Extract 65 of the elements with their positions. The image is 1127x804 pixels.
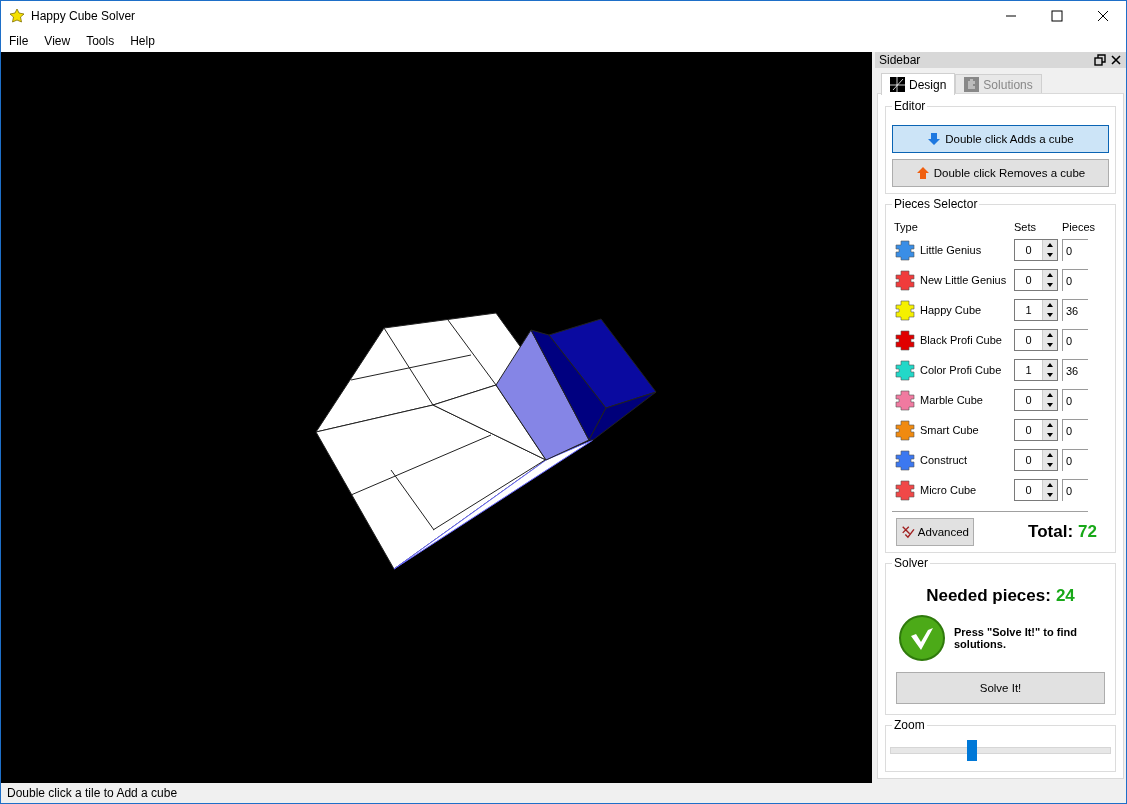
arrow-up-icon [915, 166, 930, 180]
sets-spinbox[interactable]: 0 [1014, 239, 1058, 261]
pieces-count-field: 0 [1062, 419, 1088, 441]
slider-thumb[interactable] [967, 740, 978, 761]
total-value: 72 [1078, 522, 1097, 542]
advanced-button[interactable]: Advanced [896, 518, 974, 546]
pieces-count-field: 0 [1062, 389, 1088, 411]
piece-type-label: Color Profi Cube [920, 364, 1003, 376]
piece-type-label: New Little Genius [920, 274, 1008, 286]
status-text: Double click a tile to Add a cube [7, 786, 178, 800]
piece-type-label: Micro Cube [920, 484, 978, 496]
menu-item[interactable]: File [1, 34, 37, 48]
close-icon[interactable] [1110, 54, 1122, 66]
needed-pieces-value: 24 [1055, 586, 1075, 606]
piece-type-label: Black Profi Cube [920, 334, 1003, 346]
sets-spinbox[interactable]: 0 [1014, 419, 1058, 441]
total-label: Total: [1028, 522, 1074, 542]
check-cross-icon [901, 524, 915, 540]
piece-type-label: Construct [920, 454, 969, 466]
column-header: Type [894, 221, 919, 233]
window-title: Happy Cube Solver [31, 8, 137, 23]
close-icon[interactable] [1097, 9, 1109, 22]
pieces-count-field: 0 [1062, 239, 1088, 261]
piece-type-label: Smart Cube [920, 424, 980, 436]
group-title: Zoom [892, 718, 927, 732]
needed-pieces-label: Needed pieces: [926, 586, 1051, 606]
piece-type-label: Marble Cube [920, 394, 984, 406]
solver-message: Press "Solve It!" to find solutions. [954, 626, 1078, 650]
menu-item[interactable]: View [36, 34, 79, 48]
pieces-count-field: 36 [1062, 359, 1088, 381]
sets-spinbox[interactable]: 0 [1014, 449, 1058, 471]
checkmark-icon [898, 614, 946, 662]
pieces-count-field: 0 [1062, 329, 1088, 351]
arrow-down-icon [927, 132, 942, 146]
float-icon[interactable] [1094, 54, 1106, 66]
piece-type-label: Happy Cube [920, 304, 983, 316]
mode-button[interactable]: Double click Removes a cube [892, 159, 1109, 187]
group-title: Solver [892, 556, 930, 570]
sets-spinbox[interactable]: 0 [1014, 329, 1058, 351]
sets-spinbox[interactable]: 0 [1014, 389, 1058, 411]
puzzle-piece-icon [964, 77, 980, 92]
maximize-icon[interactable] [1051, 9, 1063, 22]
column-header: Sets [1014, 221, 1037, 233]
solve-button[interactable]: Solve It! [896, 672, 1105, 704]
group-title: Pieces Selector [892, 197, 980, 211]
sets-spinbox[interactable]: 1 [1014, 359, 1058, 381]
menu-item[interactable]: Tools [78, 34, 123, 48]
grid-icon [890, 77, 905, 92]
zoom-slider[interactable] [890, 740, 1111, 761]
column-header: Pieces [1062, 221, 1097, 233]
sets-spinbox[interactable]: 0 [1014, 269, 1058, 291]
tab[interactable]: Design [881, 73, 956, 95]
piece-type-label: Little Genius [920, 244, 983, 256]
pieces-count-field: 36 [1062, 299, 1088, 321]
dock-title: Sidebar [879, 53, 922, 67]
sets-spinbox[interactable]: 1 [1014, 299, 1058, 321]
mode-button[interactable]: Double click Adds a cube [892, 125, 1109, 153]
cube-model-drawing[interactable] [315, 312, 657, 570]
menu-item[interactable]: Help [122, 34, 163, 48]
group-title: Editor [892, 99, 928, 113]
pieces-count-field: 0 [1062, 449, 1088, 471]
sets-spinbox[interactable]: 0 [1014, 479, 1058, 501]
pieces-count-field: 0 [1062, 479, 1088, 501]
star-icon [9, 7, 25, 24]
pieces-count-field: 0 [1062, 269, 1088, 291]
